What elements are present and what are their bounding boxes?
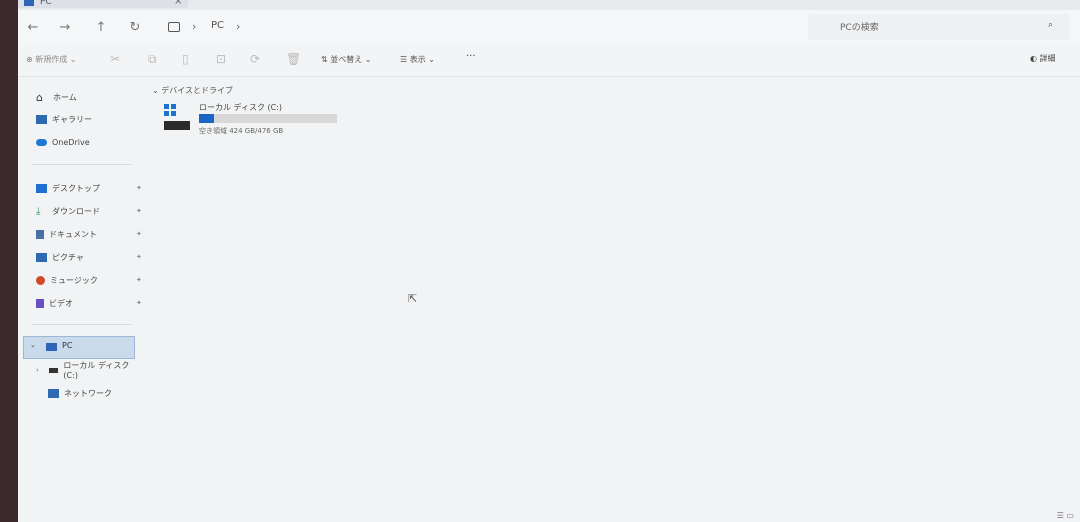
sidebar-item-documents[interactable]: ドキュメント ✦ [36, 225, 142, 243]
view-toggle-icon[interactable]: ☰ ▭ [1057, 511, 1074, 520]
sidebar-divider [32, 324, 132, 325]
drive-name: ローカル ディスク (C:) [199, 103, 283, 112]
paste-icon[interactable]: ▯ [182, 52, 189, 66]
pc-icon [24, 0, 34, 6]
window-tab[interactable]: PC × [18, 0, 188, 8]
sort-label: 並べ替え [330, 55, 363, 64]
network-icon [48, 388, 59, 398]
sidebar-item-label: ミュージック [50, 275, 98, 285]
group-header-devices[interactable]: ⌄ デバイスとドライブ [152, 85, 233, 96]
sidebar-item-label: ダウンロード [52, 206, 100, 216]
sidebar-item-label: ネットワーク [64, 388, 112, 398]
chevron-right-icon[interactable]: › [36, 366, 39, 374]
search-input[interactable]: PCの検索 ⌕ [808, 14, 1070, 40]
share-icon[interactable]: ⟳ [250, 52, 260, 66]
title-bar: PC × [18, 0, 1080, 10]
content-pane: ⌄ デバイスとドライブ ローカル ディスク (C:) 空き領域 424 GB/4… [136, 76, 1080, 522]
sidebar-item-label: ドキュメント [49, 229, 97, 239]
drive-usage-fill [199, 114, 215, 123]
sidebar-item-gallery[interactable]: ギャラリー [36, 110, 92, 128]
music-icon [36, 275, 45, 285]
breadcrumb-chevron-icon[interactable]: › [236, 20, 240, 33]
new-label: 新規作成 [35, 55, 68, 64]
cut-icon[interactable]: ✂ [110, 52, 120, 66]
pc-icon [46, 343, 57, 351]
sidebar-item-label: OneDrive [52, 137, 90, 147]
sidebar-item-pc[interactable]: ⌄ PC [23, 336, 135, 359]
sidebar-item-label: デスクトップ [52, 183, 100, 193]
sidebar-item-videos[interactable]: ビデオ ✦ [36, 294, 142, 312]
up-button[interactable]: ↑ [92, 19, 110, 37]
drive-free-space: 空き領域 424 GB/476 GB [199, 127, 284, 135]
command-bar: ⊕ 新規作成 ⌄ ✂ ⧉ ▯ ⊡ ⟳ 🗑 ⇅ 並べ替え ⌄ ☰ 表示 ⌄ ···… [18, 46, 1080, 77]
close-icon[interactable]: × [174, 0, 182, 7]
drive-icon [164, 121, 190, 130]
sidebar-item-onedrive[interactable]: OneDrive [36, 133, 90, 151]
download-icon: ⤓ [36, 205, 41, 217]
view-label: 表示 [409, 55, 426, 64]
sidebar-item-network[interactable]: ネットワーク [48, 384, 112, 402]
file-explorer-window: PC × ← → ↑ ↻ › PC › PCの検索 ⌕ ⊕ 新規作成 ⌄ ✂ ⧉… [18, 0, 1080, 522]
video-icon [36, 298, 44, 308]
view-button[interactable]: ☰ 表示 ⌄ [400, 54, 435, 65]
desktop-icon [36, 183, 47, 193]
mouse-cursor-icon: ⇱ [408, 292, 418, 305]
monitor-icon [168, 22, 180, 32]
search-icon[interactable]: ⌕ [1048, 20, 1053, 30]
windows-logo-icon [164, 104, 176, 116]
sidebar-item-downloads[interactable]: ⤓ ダウンロード ✦ [36, 202, 142, 220]
group-header-label: デバイスとドライブ [161, 86, 234, 95]
gallery-icon [36, 114, 47, 124]
sort-button[interactable]: ⇅ 並べ替え ⌄ [321, 54, 372, 65]
sidebar-item-label: ビデオ [49, 298, 73, 308]
drive-icon [48, 367, 59, 373]
sidebar-divider [32, 164, 132, 165]
sidebar-item-label: ローカル ディスク (C:) [63, 361, 130, 380]
window-title: PC [40, 0, 52, 7]
chevron-down-icon[interactable]: ⌄ [30, 341, 36, 349]
new-button[interactable]: ⊕ 新規作成 ⌄ [26, 54, 77, 65]
sidebar-item-local-disk[interactable]: › ローカル ディスク (C:) [36, 361, 136, 380]
search-placeholder: PCの検索 [840, 23, 879, 33]
address-bar-row: ← → ↑ ↻ › PC › PCの検索 ⌕ [18, 10, 1080, 46]
forward-button[interactable]: → [56, 19, 74, 37]
sidebar-item-label: ホーム [53, 92, 77, 102]
sidebar-item-label: PC [62, 341, 73, 350]
sidebar-item-pictures[interactable]: ピクチャ ✦ [36, 248, 142, 266]
rename-icon[interactable]: ⊡ [216, 52, 226, 66]
picture-icon [36, 252, 47, 262]
delete-icon[interactable]: 🗑 [286, 52, 301, 66]
breadcrumb-separator: › [192, 20, 197, 33]
back-button[interactable]: ← [24, 19, 42, 37]
sidebar-item-home[interactable]: ⌂ ホーム [36, 88, 77, 106]
more-options-button[interactable]: ··· [466, 51, 476, 62]
sidebar-item-desktop[interactable]: デスクトップ ✦ [36, 179, 142, 197]
breadcrumb-pc[interactable]: PC [211, 20, 224, 31]
refresh-button[interactable]: ↻ [126, 19, 144, 37]
details-label: 詳細 [1039, 54, 1056, 63]
home-icon: ⌂ [36, 90, 43, 104]
details-button[interactable]: ◐ 詳細 [1030, 53, 1056, 64]
drive-usage-bar [199, 114, 337, 123]
sidebar-item-music[interactable]: ミュージック ✦ [36, 271, 142, 289]
cloud-icon [36, 138, 47, 146]
sidebar-item-label: ピクチャ [52, 252, 84, 262]
navigation-pane: ⌂ ホーム ギャラリー OneDrive デスクトップ ✦ ⤓ ダウンロード ✦… [18, 76, 142, 522]
document-icon [36, 229, 44, 239]
copy-icon[interactable]: ⧉ [148, 52, 157, 67]
sidebar-item-label: ギャラリー [52, 114, 92, 124]
